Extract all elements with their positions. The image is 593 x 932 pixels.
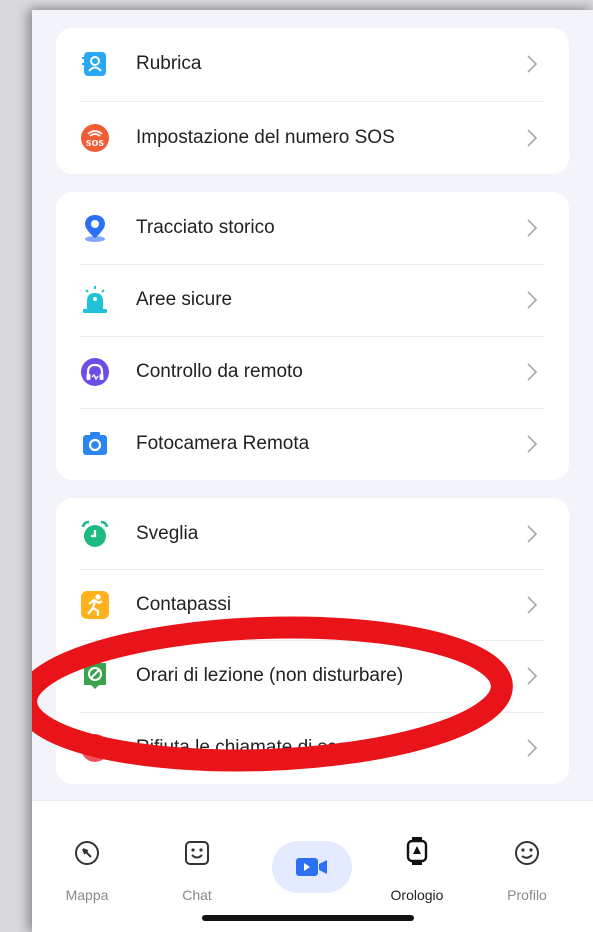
menu-item-rubrica[interactable]: Rubrica	[56, 28, 569, 100]
tab-label: Chat	[182, 887, 212, 903]
menu-item-label: Sveglia	[136, 523, 199, 544]
chevron-right-icon	[527, 55, 538, 73]
chevron-right-icon	[527, 291, 538, 309]
menu-item-school-schedule[interactable]: Orari di lezione (non disturbare)	[56, 640, 569, 712]
chevron-right-icon	[527, 525, 538, 543]
chevron-right-icon	[527, 739, 538, 757]
menu-item-label: Controllo da remoto	[136, 361, 303, 382]
menu-item-remote-camera[interactable]: Fotocamera Remota	[56, 408, 569, 480]
location-pin-icon	[80, 213, 110, 243]
menu-item-label: Tracciato storico	[136, 217, 275, 238]
settings-group-3: Sveglia Contapassi Orari di lezione (non…	[56, 498, 569, 784]
menu-item-history-track[interactable]: Tracciato storico	[56, 192, 569, 264]
settings-group-2: Tracciato storico Aree sicure Controllo …	[56, 192, 569, 480]
tab-orologio[interactable]: Orologio	[362, 801, 472, 921]
tab-mappa[interactable]: Mappa	[32, 801, 142, 921]
pedometer-icon	[80, 590, 110, 620]
menu-item-label: Orari di lezione (non disturbare)	[136, 665, 404, 686]
alarm-clock-icon	[80, 519, 110, 549]
tab-label: Orologio	[390, 887, 444, 903]
menu-item-reject-unknown-calls[interactable]: Rifiuta le chiamate di sconosciuti	[56, 712, 569, 784]
video-call-button[interactable]	[272, 841, 352, 893]
menu-item-remote-control[interactable]: Controllo da remoto	[56, 336, 569, 408]
menu-item-safe-zones[interactable]: Aree sicure	[56, 264, 569, 336]
tab-video-call[interactable]	[252, 801, 362, 921]
chevron-right-icon	[527, 435, 538, 453]
svg-text:SOS: SOS	[86, 139, 105, 148]
menu-item-alarm[interactable]: Sveglia	[56, 498, 569, 570]
chevron-right-icon	[527, 219, 538, 237]
chevron-right-icon	[527, 596, 538, 614]
block-calls-icon	[80, 733, 110, 763]
menu-item-pedometer[interactable]: Contapassi	[56, 569, 569, 641]
video-call-icon	[296, 858, 327, 876]
chevron-right-icon	[527, 129, 538, 147]
tab-label: Mappa	[65, 887, 109, 903]
chevron-right-icon	[527, 667, 538, 685]
contacts-icon	[80, 49, 110, 79]
smiley-icon	[515, 841, 539, 865]
tab-label: Profilo	[507, 887, 547, 903]
menu-item-label: Fotocamera Remota	[136, 433, 310, 454]
safe-zone-icon	[80, 285, 110, 315]
menu-item-label: Rifiuta le chiamate di sconosciuti	[136, 737, 412, 758]
bottom-tab-bar: Mappa Chat Orologio Profilo	[32, 800, 593, 932]
menu-item-label: Contapassi	[136, 594, 232, 615]
camera-icon	[80, 429, 110, 459]
watch-icon	[406, 837, 428, 865]
settings-group-1: Rubrica SOS Impostazione del numero SOS	[56, 28, 569, 174]
menu-item-label: Impostazione del numero SOS	[136, 127, 395, 148]
menu-item-sos-number[interactable]: SOS Impostazione del numero SOS	[56, 102, 569, 174]
compass-icon	[75, 841, 99, 865]
tab-profilo[interactable]: Profilo	[472, 801, 582, 921]
do-not-disturb-icon	[80, 661, 110, 691]
tab-chat[interactable]: Chat	[142, 801, 252, 921]
chevron-right-icon	[527, 363, 538, 381]
chat-face-icon	[185, 841, 209, 865]
menu-item-label: Aree sicure	[136, 289, 233, 310]
sos-icon: SOS	[80, 123, 110, 153]
remote-control-icon	[80, 357, 110, 387]
home-indicator	[202, 915, 414, 921]
phone-screen: Rubrica SOS Impostazione del numero SOS	[32, 10, 593, 932]
menu-item-label: Rubrica	[136, 53, 202, 74]
